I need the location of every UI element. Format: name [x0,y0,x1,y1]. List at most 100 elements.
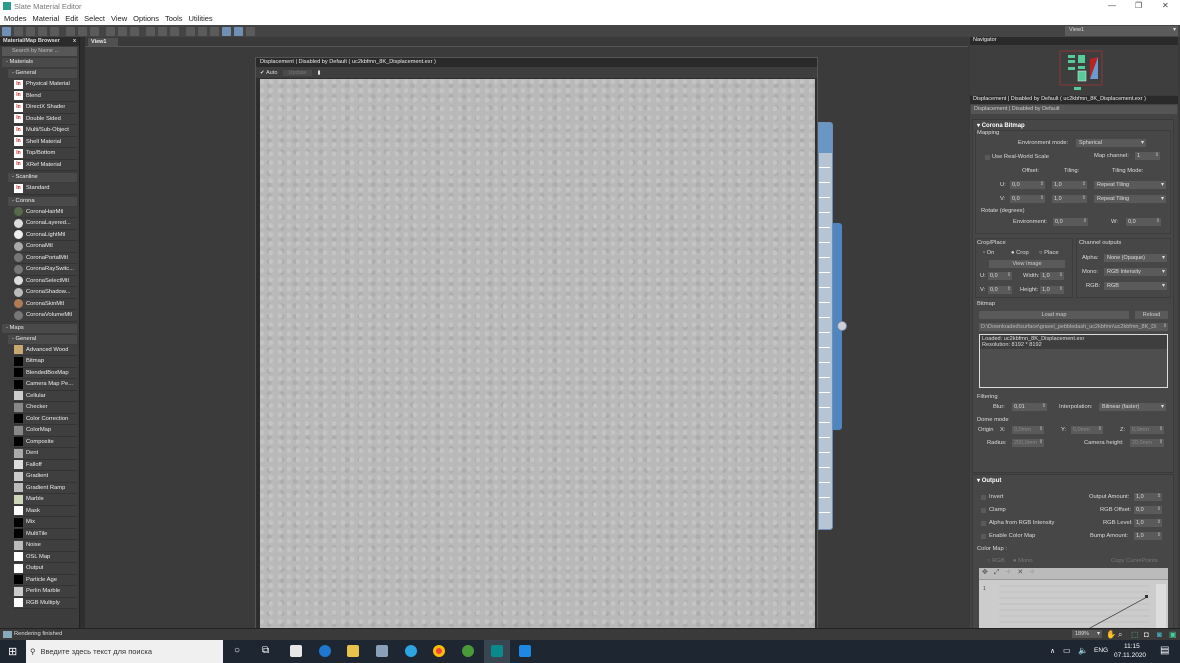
browser-list-item[interactable]: CoronaHairMtl [14,206,77,218]
minimize-button[interactable]: — [1108,1,1116,10]
browser-list-item[interactable]: Dent [14,448,77,460]
map-name-field[interactable]: Displacement | Disabled by Default [971,105,1177,114]
bitmap-node[interactable] [818,122,833,530]
browser-list-item[interactable]: Bitmap [14,356,77,368]
toolbar-tool-icon[interactable] [186,26,195,36]
node-slot-row[interactable] [819,423,830,438]
w-rotate-spinner[interactable]: 0,0 [1126,218,1161,226]
place-radio[interactable]: ○ Place [1039,250,1059,256]
browser-list-item[interactable]: Gradient [14,471,77,483]
chrome-icon[interactable] [433,645,445,657]
crop-u-spinner[interactable]: 0,0 [988,272,1012,280]
clock-date[interactable]: 07.11.2020 [1114,652,1146,659]
toolbar-tool-icon[interactable] [90,26,99,36]
browser-list-item[interactable]: CoronaLightMtl [14,229,77,241]
node-slot-row[interactable] [819,468,830,483]
origin-y-spinner[interactable]: 0,0mm [1071,426,1103,434]
origin-x-spinner[interactable]: 0,0mm [1012,426,1044,434]
browser-close-button[interactable]: x [73,38,76,44]
node-slot-row[interactable] [819,363,830,378]
curve-toolbar[interactable]: ✥⤢⁘✕⁘ [979,568,1168,580]
node-slot-row[interactable] [819,288,830,303]
v-offset-spinner[interactable]: 0,0 [1010,195,1045,203]
blur-spinner[interactable]: 0,01 [1012,403,1047,411]
node-slot-row[interactable] [819,498,830,513]
network-icon[interactable]: ▭ [1063,646,1071,655]
node-slot-row[interactable] [819,153,830,168]
notifications-icon[interactable]: ▤ [1160,645,1169,656]
node-slot-row[interactable] [819,243,830,258]
toolbar-tool-icon[interactable] [50,26,59,36]
node-header[interactable] [819,123,832,153]
telegram-icon[interactable] [405,645,417,657]
node-slot-row[interactable] [819,258,830,273]
toolbar-tool-icon[interactable] [146,26,155,36]
node-slot-row[interactable] [819,273,830,288]
map-channel-spinner[interactable]: 1 [1135,152,1160,160]
browser-category[interactable]: - Scanline [8,173,77,182]
crop-height-spinner[interactable]: 1,0 [1040,286,1064,294]
start-button-icon[interactable]: ⊞ [8,645,17,658]
browser-list-item[interactable]: CoronaVolumeMtl [14,310,77,322]
browser-list-item[interactable]: Mix [14,517,77,529]
toolbar-tool-icon[interactable] [26,26,35,36]
toolbar-tool-icon[interactable] [130,26,139,36]
utorrent-icon[interactable] [462,645,474,657]
browser-list-item[interactable]: BlendedBoxMap [14,367,77,379]
alpha-dropdown[interactable]: None (Opaque) [1104,254,1167,262]
u-offset-spinner[interactable]: 0,0 [1010,181,1045,189]
node-slot-row[interactable] [819,303,830,318]
zoom-region-icon[interactable]: ⬚ [1131,630,1139,639]
close-button[interactable]: ✕ [1162,1,1169,10]
browser-list-item[interactable]: CoronaPortalMtl [14,252,77,264]
clock-time[interactable]: 11:15 [1124,643,1140,650]
browser-list-item[interactable]: CoronaRaySwitc... [14,264,77,276]
bump-amount-spinner[interactable]: 1,0 [1134,532,1162,540]
node-slot-row[interactable] [819,483,830,498]
menu-tools[interactable]: Tools [165,14,183,23]
channel-icon[interactable]: ▮ [318,70,321,76]
menu-select[interactable]: Select [84,14,105,23]
browser-list-item[interactable]: Color Correction [14,413,77,425]
origin-z-spinner[interactable]: 0,0mm [1130,426,1164,434]
browser-list-item[interactable]: Cellular [14,390,77,402]
update-button[interactable]: Update [283,69,312,76]
file-explorer-icon[interactable] [347,645,359,657]
browser-list-item[interactable]: Gradient Ramp [14,482,77,494]
pan-hand-icon[interactable]: ✋ [1106,630,1116,639]
node-slot-row[interactable] [819,318,830,333]
node-slot-row[interactable] [819,408,830,423]
browser-list-item[interactable]: Falloff [14,459,77,471]
toolbar-tool-icon[interactable] [78,26,87,36]
browser-list-item[interactable]: In Physical Material [14,79,77,91]
copy-curvepoints-button[interactable]: Copy CurvePoints [1111,558,1158,564]
browser-category[interactable]: - General [8,334,77,344]
tab-view1[interactable]: View1 [88,38,118,46]
browser-category[interactable]: - General [8,69,77,78]
u-tiling-mode-dropdown[interactable]: Repeat Tiling [1094,181,1166,189]
browser-list-item[interactable]: In Double Sided [14,113,77,125]
invert-checkbox[interactable] [981,495,986,500]
node-slot-row[interactable] [819,348,830,363]
browser-category[interactable]: - Materials [2,58,77,67]
environment-rotate-spinner[interactable]: 0,0 [1053,218,1088,226]
toolbar-tool-icon[interactable] [210,26,219,36]
menu-utilities[interactable]: Utilities [189,14,213,23]
maximize-button[interactable]: ❐ [1135,1,1142,10]
toolbar-tool-icon[interactable] [106,26,115,36]
crop-v-spinner[interactable]: 0,0 [988,286,1012,294]
toolbar-tool-icon[interactable] [234,26,243,36]
menu-options[interactable]: Options [133,14,159,23]
load-map-button[interactable]: Load map [979,311,1129,319]
bitmap-path-field[interactable]: D:\Downloaded\surface\gravel_pebbledash_… [979,323,1168,331]
browser-list-item[interactable]: Mask [14,505,77,517]
toolbar-tool-icon[interactable] [14,26,23,36]
browser-list-item[interactable]: Perlin Marble [14,586,77,598]
radius-spinner[interactable]: 200,0mm [1012,439,1044,447]
node-output-socket[interactable] [837,321,847,331]
cortana-icon[interactable]: ○ [234,645,240,656]
calculator-icon[interactable] [376,645,388,657]
node-slot-row[interactable] [819,183,830,198]
toolbar-tool-icon[interactable] [2,26,11,36]
browser-list-item[interactable]: CoronaSelectMtl [14,275,77,287]
